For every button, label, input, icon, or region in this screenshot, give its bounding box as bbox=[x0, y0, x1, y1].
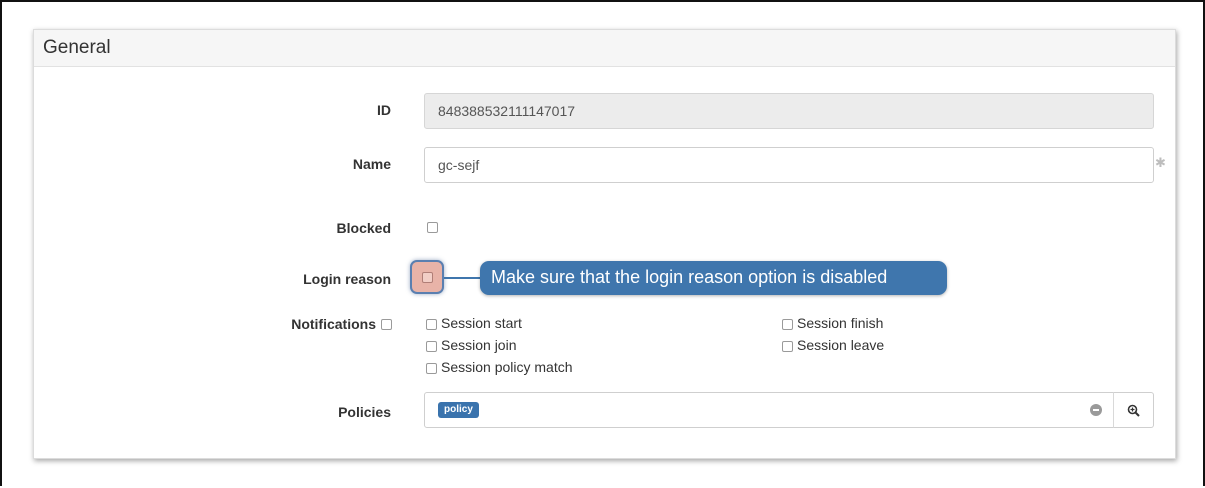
policies-label: Policies bbox=[338, 404, 391, 420]
id-field: 848388532111147017 bbox=[424, 93, 1154, 129]
blocked-checkbox[interactable] bbox=[427, 222, 438, 233]
callout-connector bbox=[444, 277, 480, 279]
session-finish-label: Session finish bbox=[797, 315, 884, 331]
notifications-checkbox[interactable] bbox=[381, 319, 392, 330]
session-policy-match-checkbox[interactable] bbox=[426, 363, 437, 374]
session-policy-match-label: Session policy match bbox=[441, 359, 573, 375]
session-leave-checkbox[interactable] bbox=[782, 341, 793, 352]
callout-tooltip: Make sure that the login reason option i… bbox=[480, 261, 947, 295]
session-leave-label: Session leave bbox=[797, 337, 885, 353]
blocked-label: Blocked bbox=[336, 220, 391, 236]
notifications-label: Notifications bbox=[291, 316, 376, 332]
general-panel: General ID 848388532111147017 Name gc-se… bbox=[33, 29, 1176, 459]
clear-circle-icon[interactable] bbox=[1090, 404, 1102, 416]
session-start-checkbox[interactable] bbox=[426, 319, 437, 330]
policies-select[interactable]: policy bbox=[424, 392, 1114, 428]
name-label: Name bbox=[352, 156, 391, 172]
panel-header: General bbox=[34, 30, 1175, 67]
asterisk-icon: ✱ bbox=[1155, 155, 1166, 170]
search-button[interactable] bbox=[1113, 392, 1154, 428]
session-join-label: Session join bbox=[441, 337, 517, 353]
panel-title: General bbox=[43, 37, 111, 58]
zoom-in-icon bbox=[1127, 404, 1140, 417]
policy-tag[interactable]: policy bbox=[438, 402, 479, 418]
login-reason-highlight bbox=[410, 260, 444, 294]
login-reason-label: Login reason bbox=[303, 271, 391, 287]
session-join-checkbox[interactable] bbox=[426, 341, 437, 352]
session-start-label: Session start bbox=[441, 315, 522, 331]
login-reason-checkbox[interactable] bbox=[422, 272, 433, 283]
name-field[interactable]: gc-sejf bbox=[424, 147, 1154, 183]
id-label: ID bbox=[377, 102, 391, 118]
session-finish-checkbox[interactable] bbox=[782, 319, 793, 330]
